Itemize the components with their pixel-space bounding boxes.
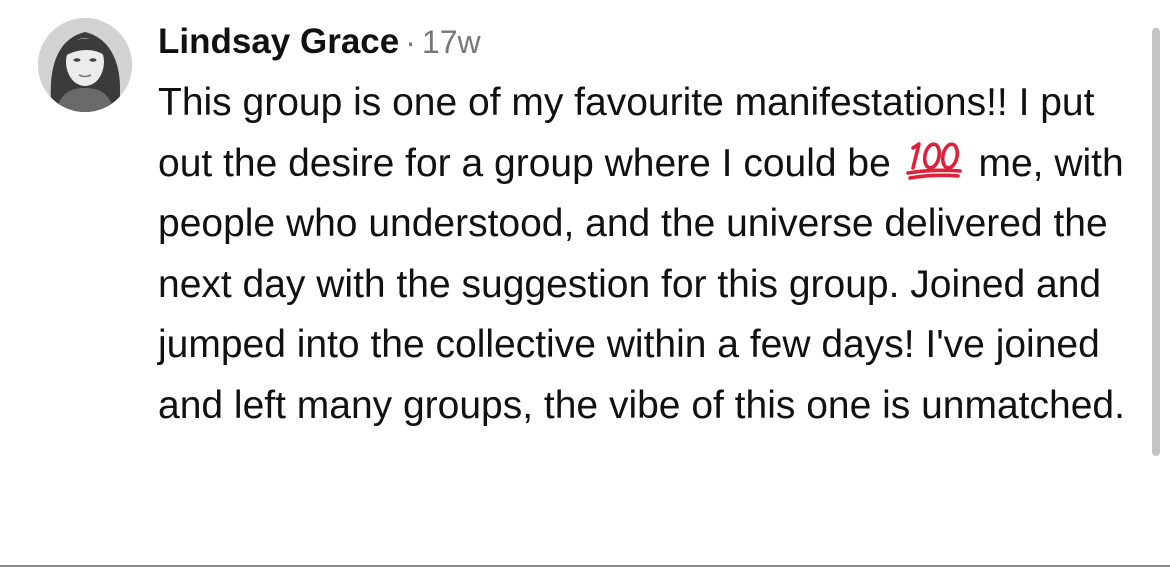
scrollbar[interactable] xyxy=(1152,28,1160,456)
avatar[interactable] xyxy=(38,18,132,112)
comment: Lindsay Grace · 17w This group is one of m… xyxy=(0,0,1170,567)
comment-body: This group is one of my favourite manife… xyxy=(158,73,1143,436)
profile-photo-icon xyxy=(38,18,132,112)
timestamp[interactable]: 17w xyxy=(422,24,481,60)
hundred-points-icon xyxy=(904,138,964,182)
comment-header: Lindsay Grace · 17w xyxy=(158,20,481,64)
author-name[interactable]: Lindsay Grace xyxy=(158,22,399,61)
meta-separator: · xyxy=(405,24,416,60)
